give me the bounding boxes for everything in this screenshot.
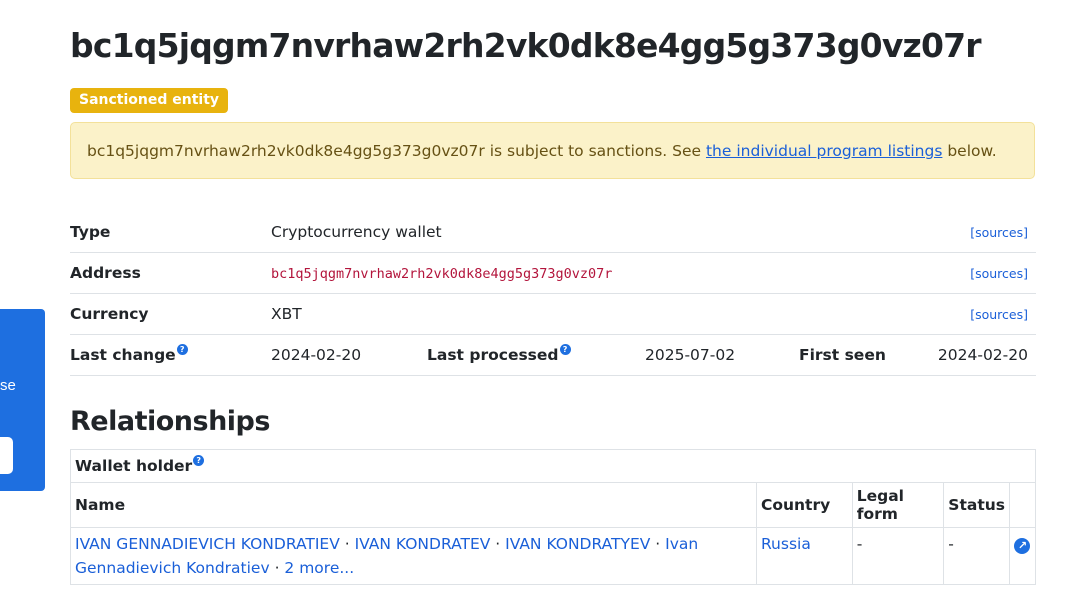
property-row-address: Address bc1q5jqgm7nvrhaw2rh2vk0dk8e4gg5g… bbox=[70, 252, 1036, 294]
address-sources-link[interactable]: [sources] bbox=[970, 266, 1028, 281]
relationships-table: Wallet holder? Name Country Legal form S… bbox=[70, 449, 1037, 585]
column-country: Country bbox=[755, 482, 853, 528]
wallet-holder-label: Wallet holder bbox=[75, 457, 193, 475]
currency-value: XBT bbox=[271, 293, 934, 335]
last-change-label: Last change bbox=[70, 346, 176, 364]
currency-sources-link[interactable]: [sources] bbox=[970, 307, 1028, 322]
sanctions-alert: bc1q5jqgm7nvrhaw2rh2vk0dk8e4gg5g373g0vz0… bbox=[70, 122, 1035, 179]
properties-table: Type Cryptocurrency wallet [sources] Add… bbox=[70, 212, 1036, 376]
holder-name-link[interactable]: IVAN GENNADIEVICH KONDRATIEV bbox=[75, 535, 340, 553]
property-row-dates: Last change? 2024-02-20 Last processed? … bbox=[70, 334, 1036, 376]
column-status: Status bbox=[943, 482, 1010, 528]
type-label: Type bbox=[70, 212, 271, 253]
property-row-type: Type Cryptocurrency wallet [sources] bbox=[70, 212, 1036, 253]
column-legal-form: Legal form bbox=[851, 482, 945, 528]
status-value: - bbox=[943, 527, 1010, 585]
legal-form-value: - bbox=[851, 527, 945, 585]
currency-label: Currency bbox=[70, 293, 271, 335]
page-title: bc1q5jqgm7nvrhaw2rh2vk0dk8e4gg5g373g0vz0… bbox=[70, 26, 982, 65]
last-processed-label: Last processed bbox=[427, 346, 559, 364]
help-icon[interactable]: ? bbox=[176, 344, 188, 355]
help-icon[interactable]: ? bbox=[193, 455, 205, 466]
first-seen-value: 2024-02-20 bbox=[934, 334, 1036, 376]
alert-text-suffix: below. bbox=[942, 142, 997, 160]
last-processed-value: 2025-07-02 bbox=[645, 334, 799, 376]
type-value: Cryptocurrency wallet bbox=[271, 212, 934, 253]
first-seen-label: First seen bbox=[799, 334, 934, 376]
side-panel-text: se bbox=[0, 377, 16, 394]
address-label: Address bbox=[70, 252, 271, 294]
holder-name-link[interactable]: IVAN KONDRATYEV bbox=[505, 535, 650, 553]
wallet-holder-header: Wallet holder? bbox=[70, 449, 1036, 483]
more-names-link[interactable]: 2 more... bbox=[284, 559, 354, 577]
country-link[interactable]: Russia bbox=[761, 535, 811, 553]
side-panel-button[interactable] bbox=[0, 437, 13, 474]
property-row-currency: Currency XBT [sources] bbox=[70, 293, 1036, 335]
holder-names: IVAN GENNADIEVICH KONDRATIEV · IVAN KOND… bbox=[70, 527, 757, 585]
sanctioned-badge: Sanctioned entity bbox=[70, 88, 229, 113]
relationships-title: Relationships bbox=[70, 406, 270, 437]
type-sources-link[interactable]: [sources] bbox=[970, 225, 1028, 240]
last-change-value: 2024-02-20 bbox=[271, 334, 427, 376]
alert-text-prefix: bc1q5jqgm7nvrhaw2rh2vk0dk8e4gg5g373g0vz0… bbox=[87, 142, 706, 160]
address-value: bc1q5jqgm7nvrhaw2rh2vk0dk8e4gg5g373g0vz0… bbox=[271, 266, 613, 282]
table-row: IVAN GENNADIEVICH KONDRATIEV · IVAN KOND… bbox=[70, 527, 1037, 585]
help-icon[interactable]: ? bbox=[559, 344, 571, 355]
holder-name-link[interactable]: IVAN KONDRATEV bbox=[355, 535, 491, 553]
side-panel[interactable]: se bbox=[0, 309, 45, 491]
program-listings-link[interactable]: the individual program listings bbox=[706, 142, 942, 160]
column-action bbox=[1008, 482, 1037, 528]
column-name: Name bbox=[70, 482, 757, 528]
arrow-up-right-icon[interactable]: ↗ bbox=[1014, 538, 1031, 554]
